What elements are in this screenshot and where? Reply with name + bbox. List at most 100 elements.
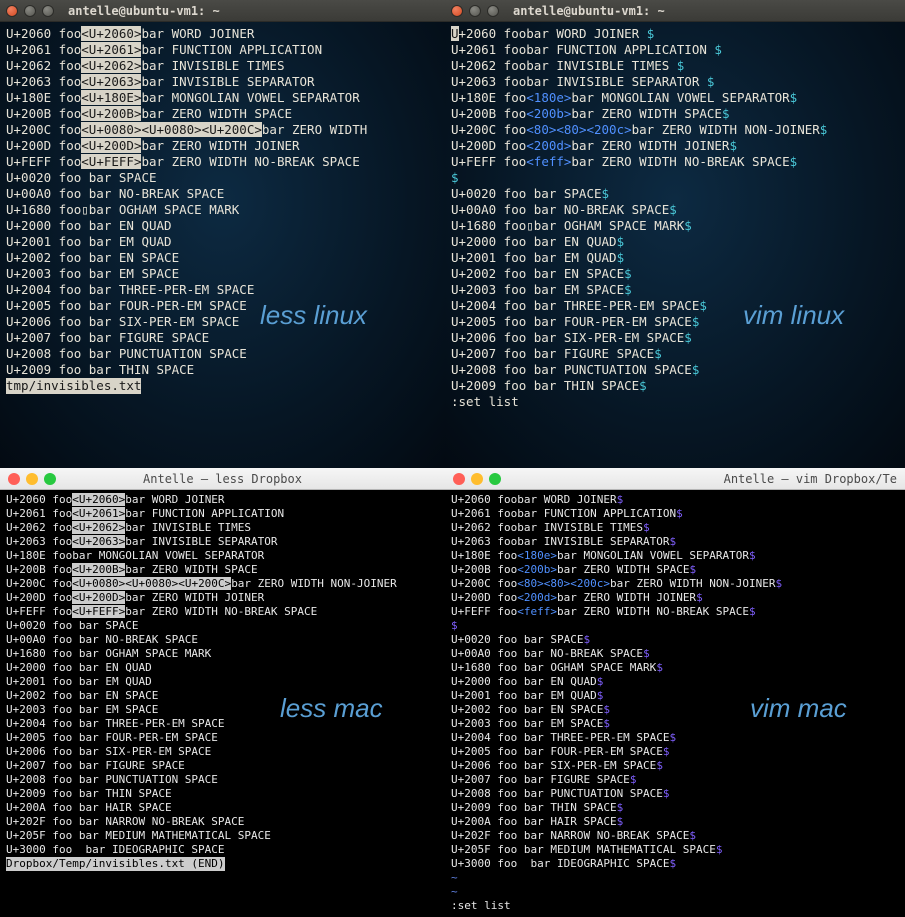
terminal-line: U+2003 foo bar EM SPACE$ (451, 282, 899, 298)
window-title: antelle@ubuntu-vm1: ~ (68, 4, 220, 18)
terminal-line: U+00A0 foo bar NO-BREAK SPACE (6, 186, 439, 202)
terminal-line: U+1680 foo bar OGHAM SPACE MARK$ (451, 661, 899, 675)
terminal-line: U+3000 foo bar IDEOGRAPHIC SPACE$ (451, 857, 899, 871)
close-icon[interactable] (8, 473, 20, 485)
terminal-line: U+2003 foo bar EM SPACE (6, 703, 439, 717)
terminal-line: U+2005 foo bar FOUR-PER-EM SPACE (6, 731, 439, 745)
close-icon[interactable] (453, 473, 465, 485)
terminal-line: U+2009 foo bar THIN SPACE (6, 362, 439, 378)
terminal-line: U+1680 foo▯bar OGHAM SPACE MARK (6, 202, 439, 218)
terminal-line: U+2009 foo bar THIN SPACE (6, 787, 439, 801)
terminal-line: U+FEFF foo<U+FEFF>bar ZERO WIDTH NO-BREA… (6, 605, 439, 619)
terminal-line: U+1680 foo▯bar OGHAM SPACE MARK$ (451, 218, 899, 234)
terminal-line: U+180E foo<180e>bar MONGOLIAN VOWEL SEPA… (451, 549, 899, 563)
terminal-line: U+200B foo<U+200B>bar ZERO WIDTH SPACE (6, 106, 439, 122)
terminal-line: U+2008 foo bar PUNCTUATION SPACE (6, 346, 439, 362)
window-title: antelle@ubuntu-vm1: ~ (513, 4, 665, 18)
terminal-line: U+2061 foo<U+2061>bar FUNCTION APPLICATI… (6, 42, 439, 58)
terminal-line: U+2002 foo bar EN SPACE (6, 250, 439, 266)
terminal-line: U+2060 foo<U+2060>bar WORD JOINER (6, 26, 439, 42)
terminal-line: U+2001 foo bar EM QUAD$ (451, 689, 899, 703)
terminal-line: U+1680 foo bar OGHAM SPACE MARK (6, 647, 439, 661)
terminal-line: U+202F foo bar NARROW NO-BREAK SPACE$ (451, 829, 899, 843)
terminal-line: U+FEFF foo<U+FEFF>bar ZERO WIDTH NO-BREA… (6, 154, 439, 170)
terminal-line: U+2002 foo bar EN SPACE (6, 689, 439, 703)
status-line: :set list (451, 394, 899, 410)
terminal-line: U+205F foo bar MEDIUM MATHEMATICAL SPACE… (451, 843, 899, 857)
window-title: Antelle — vim Dropbox/Te (724, 472, 897, 486)
terminal-line: U+2007 foo bar FIGURE SPACE (6, 759, 439, 773)
terminal-line: U+2001 foo bar EM QUAD (6, 675, 439, 689)
terminal-line: U+2008 foo bar PUNCTUATION SPACE$ (451, 362, 899, 378)
maximize-icon[interactable] (489, 473, 501, 485)
terminal-vim-mac[interactable]: U+2060 foobar WORD JOINER$U+2061 foobar … (445, 490, 905, 917)
terminal-line: U+2062 foo<U+2062>bar INVISIBLE TIMES (6, 58, 439, 74)
terminal-line: U+200A foo bar HAIR SPACE$ (451, 815, 899, 829)
status-line: :set list (451, 899, 899, 913)
terminal-line: U+2000 foo bar EN QUAD (6, 661, 439, 675)
terminal-line: U+2007 foo bar FIGURE SPACE$ (451, 773, 899, 787)
pane-vim-mac: Antelle — vim Dropbox/Te U+2060 foobar W… (445, 468, 905, 917)
terminal-line: U+3000 foo bar IDEOGRAPHIC SPACE (6, 843, 439, 857)
terminal-line: ~ (451, 885, 899, 899)
terminal-line: U+2009 foo bar THIN SPACE$ (451, 801, 899, 815)
terminal-line: U+2000 foo bar EN QUAD$ (451, 234, 899, 250)
minimize-icon[interactable] (469, 5, 481, 17)
terminal-line: U+180E foo<U+180E>bar MONGOLIAN VOWEL SE… (6, 90, 439, 106)
terminal-line: U+200B foo<200b>bar ZERO WIDTH SPACE$ (451, 563, 899, 577)
terminal-line: U+205F foo bar MEDIUM MATHEMATICAL SPACE (6, 829, 439, 843)
maximize-icon[interactable] (42, 5, 54, 17)
terminal-line: U+200C foo<80><80><200c>bar ZERO WIDTH N… (451, 577, 899, 591)
terminal-line: U+2063 foo<U+2063>bar INVISIBLE SEPARATO… (6, 74, 439, 90)
titlebar-mac-left: Antelle — less Dropbox (0, 468, 445, 490)
close-icon[interactable] (451, 5, 463, 17)
terminal-line: U+0020 foo bar SPACE (6, 170, 439, 186)
terminal-line: U+2004 foo bar THREE-PER-EM SPACE$ (451, 731, 899, 745)
terminal-line: U+2005 foo bar FOUR-PER-EM SPACE$ (451, 314, 899, 330)
terminal-line: U+2007 foo bar FIGURE SPACE$ (451, 346, 899, 362)
terminal-line: U+200D foo<200d>bar ZERO WIDTH JOINER$ (451, 591, 899, 605)
terminal-line: U+FEFF foo<feff>bar ZERO WIDTH NO-BREAK … (451, 605, 899, 619)
minimize-icon[interactable] (471, 473, 483, 485)
terminal-line: U+00A0 foo bar NO-BREAK SPACE$ (451, 202, 899, 218)
terminal-line: U+2061 foobar FUNCTION APPLICATION $ (451, 42, 899, 58)
pane-vim-linux: antelle@ubuntu-vm1: ~ U+2060 foobar WORD… (445, 0, 905, 468)
minimize-icon[interactable] (26, 473, 38, 485)
terminal-line: U+2001 foo bar EM QUAD$ (451, 250, 899, 266)
terminal-less-linux[interactable]: U+2060 foo<U+2060>bar WORD JOINERU+2061 … (0, 22, 445, 468)
maximize-icon[interactable] (44, 473, 56, 485)
terminal-line: U+2006 foo bar SIX-PER-EM SPACE$ (451, 759, 899, 773)
terminal-line: U+200D foo<U+200D>bar ZERO WIDTH JOINER (6, 138, 439, 154)
pane-less-mac: Antelle — less Dropbox U+2060 foo<U+2060… (0, 468, 445, 917)
terminal-line: U+200B foo<U+200B>bar ZERO WIDTH SPACE (6, 563, 439, 577)
terminal-line: U+2063 foobar INVISIBLE SEPARATOR$ (451, 535, 899, 549)
terminal-line: U+2001 foo bar EM QUAD (6, 234, 439, 250)
terminal-line: U+2060 foobar WORD JOINER$ (451, 493, 899, 507)
terminal-vim-linux[interactable]: U+2060 foobar WORD JOINER $U+2061 foobar… (445, 22, 905, 468)
terminal-line: U+FEFF foo<feff>bar ZERO WIDTH NO-BREAK … (451, 154, 899, 170)
window-title: Antelle — less Dropbox (143, 472, 302, 486)
terminal-line: U+200C foo<U+0080><U+0080><U+200C>bar ZE… (6, 577, 439, 591)
terminal-line: U+2004 foo bar THREE-PER-EM SPACE (6, 282, 439, 298)
close-icon[interactable] (6, 5, 18, 17)
titlebar-ubuntu-right: antelle@ubuntu-vm1: ~ (445, 0, 905, 22)
status-line: tmp/invisibles.txt (6, 378, 141, 394)
maximize-icon[interactable] (487, 5, 499, 17)
terminal-line: U+2006 foo bar SIX-PER-EM SPACE (6, 314, 439, 330)
terminal-line: U+2004 foo bar THREE-PER-EM SPACE$ (451, 298, 899, 314)
terminal-line: U+200A foo bar HAIR SPACE (6, 801, 439, 815)
terminal-line: U+2000 foo bar EN QUAD (6, 218, 439, 234)
minimize-icon[interactable] (24, 5, 36, 17)
terminal-line: U+00A0 foo bar NO-BREAK SPACE$ (451, 647, 899, 661)
terminal-line: U+200C foo<80><80><200c>bar ZERO WIDTH N… (451, 122, 899, 138)
terminal-line: U+180E foo<180e>bar MONGOLIAN VOWEL SEPA… (451, 90, 899, 106)
terminal-line: U+2006 foo bar SIX-PER-EM SPACE$ (451, 330, 899, 346)
terminal-line: U+2004 foo bar THREE-PER-EM SPACE (6, 717, 439, 731)
terminal-less-mac[interactable]: U+2060 foo<U+2060>bar WORD JOINERU+2061 … (0, 490, 445, 917)
terminal-line: U+200D foo<U+200D>bar ZERO WIDTH JOINER (6, 591, 439, 605)
terminal-line: U+2062 foobar INVISIBLE TIMES $ (451, 58, 899, 74)
terminal-line: U+2003 foo bar EM SPACE (6, 266, 439, 282)
terminal-line: U+2006 foo bar SIX-PER-EM SPACE (6, 745, 439, 759)
titlebar-ubuntu-left: antelle@ubuntu-vm1: ~ (0, 0, 445, 22)
terminal-line: U+200B foo<200b>bar ZERO WIDTH SPACE$ (451, 106, 899, 122)
